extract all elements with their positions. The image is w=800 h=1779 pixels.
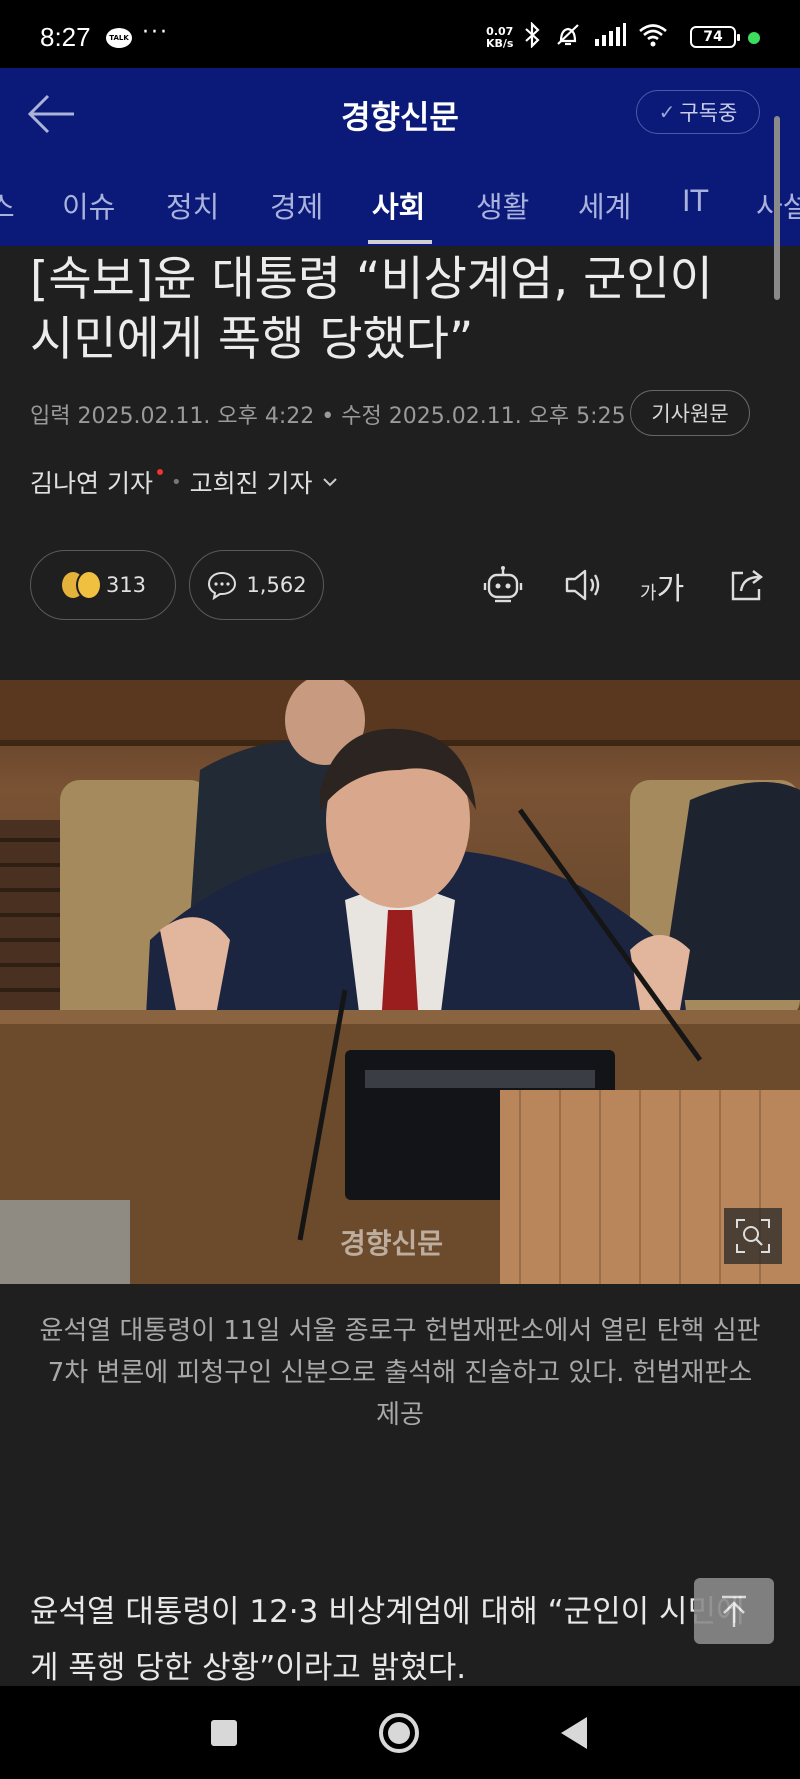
tab-life[interactable]: 생활: [476, 184, 529, 226]
reporter-link[interactable]: 고희진 기자: [190, 464, 313, 500]
bluetooth-icon: [525, 22, 540, 48]
network-speed-unit: KB/s: [486, 37, 514, 50]
tab-news[interactable]: 스: [0, 184, 15, 226]
photo-illustration: [0, 680, 800, 1284]
kakaotalk-icon: TALK: [106, 28, 132, 48]
share-icon: [731, 570, 763, 601]
wifi-icon: [639, 24, 667, 47]
speaker-icon: [565, 569, 600, 601]
comment-button[interactable]: 1,562: [189, 550, 324, 620]
subscribe-button[interactable]: ✓ 구독중: [636, 90, 760, 134]
signal-icon: [595, 23, 626, 46]
tab-issue[interactable]: 이슈: [62, 184, 115, 226]
original-article-button[interactable]: 기사원문: [630, 390, 750, 436]
separator-dot: •: [170, 471, 182, 493]
status-icons: [522, 22, 668, 48]
status-bar: 8:27 TALK ··· 0.07 KB/s 74: [0, 0, 800, 68]
tab-world[interactable]: 세계: [578, 184, 631, 226]
triangle-back-icon: [561, 1717, 587, 1749]
reaction-count: 313: [105, 573, 147, 597]
listen-button[interactable]: [560, 562, 606, 608]
status-time: 8:27: [40, 22, 91, 52]
photo-caption: 윤석열 대통령이 11일 서울 종로구 헌법재판소에서 열린 탄핵 심판 7차 …: [39, 1316, 761, 1430]
reporters: 김나연 기자 • 고희진 기자: [30, 464, 339, 500]
more-notifications-icon: ···: [142, 20, 169, 45]
comment-count: 1,562: [246, 573, 307, 597]
recents-button[interactable]: [199, 1708, 249, 1758]
indicator-dot: [748, 32, 760, 44]
home-circle-icon: [379, 1713, 419, 1753]
reporter-link[interactable]: 김나연 기자: [30, 464, 153, 500]
robot-icon: [483, 566, 523, 603]
category-tabs: 스 이슈 정치 경제 사회 생활 세계 IT 사설: [0, 160, 800, 246]
article-body: 윤석열 대통령이 12·3 비상계엄에 대해 “군인이 시민에게 폭행 당한 상…: [30, 1594, 745, 1686]
back-arrow-icon: [27, 94, 74, 134]
scroll-to-top-button[interactable]: [694, 1578, 774, 1644]
check-icon: ✓: [658, 100, 676, 124]
photo-watermark: 경향신문: [340, 1227, 444, 1260]
comment-icon: [208, 571, 237, 600]
zoom-photo-button[interactable]: [724, 1208, 782, 1264]
system-nav-bar: [0, 1686, 800, 1779]
font-size-large-label: 가: [656, 572, 685, 607]
article-photo[interactable]: [0, 680, 800, 1284]
article-dates: 입력 2025.02.11. 오후 4:22 • 수정 2025.02.11. …: [30, 404, 626, 429]
back-button[interactable]: [24, 88, 80, 140]
tab-it[interactable]: IT: [682, 184, 708, 218]
network-speed: 0.07 KB/s: [486, 26, 513, 50]
reaction-button[interactable]: 313: [30, 550, 176, 620]
new-badge-dot: [156, 469, 163, 475]
home-button[interactable]: [374, 1708, 424, 1758]
font-size-small-label: 가: [640, 583, 657, 604]
share-button[interactable]: [724, 562, 770, 608]
tab-economy[interactable]: 경제: [270, 184, 323, 226]
tab-politics[interactable]: 정치: [166, 184, 219, 226]
scrollbar[interactable]: [774, 116, 780, 300]
article-headline: [속보]윤 대통령 “비상계엄, 군인이 시민에게 폭행 당했다”: [30, 252, 713, 367]
subscribe-label: 구독중: [679, 101, 738, 125]
chevron-down-icon[interactable]: [321, 473, 339, 491]
app-header: 경향신문 ✓ 구독중: [0, 68, 800, 160]
tab-society[interactable]: 사회: [372, 184, 425, 226]
active-tab-indicator: [368, 240, 432, 244]
font-size-button[interactable]: 가가: [640, 564, 684, 608]
battery-icon: 74: [690, 26, 740, 48]
vibrate-icon: [557, 24, 579, 46]
emoji-face-icon: [75, 570, 102, 600]
square-icon: [211, 1720, 237, 1746]
arrow-up-icon: [722, 1595, 746, 1627]
magnifier-icon: [736, 1219, 770, 1253]
emoji-icons: [59, 570, 102, 600]
back-nav-button[interactable]: [549, 1708, 599, 1758]
ai-summary-robot-button[interactable]: [480, 562, 526, 608]
